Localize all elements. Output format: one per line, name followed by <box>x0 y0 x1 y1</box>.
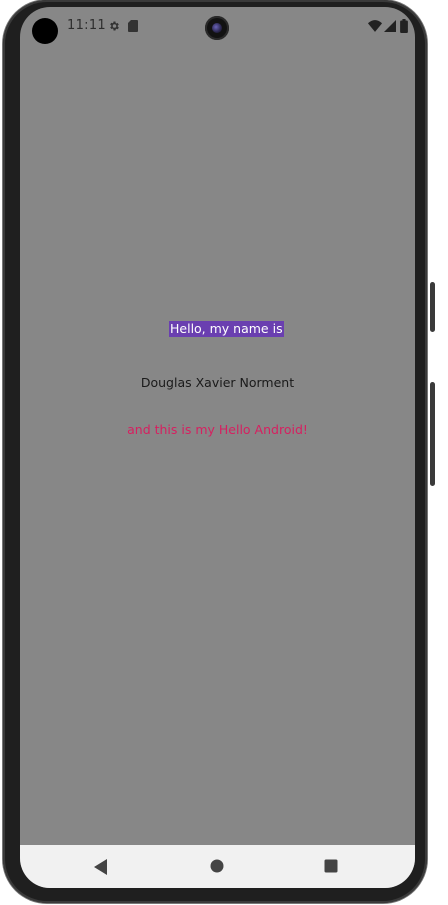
status-bar: 11:11 <box>20 7 415 47</box>
tagline-text: and this is my Hello Android! <box>127 422 308 437</box>
signal-icon <box>384 20 396 32</box>
sd-card-icon <box>128 20 138 32</box>
home-icon[interactable] <box>210 859 224 873</box>
name-text: Douglas Xavier Norment <box>140 375 295 390</box>
app-content: Hello, my name is Douglas Xavier Norment… <box>20 47 415 845</box>
camera-lens <box>212 23 222 33</box>
power-button <box>430 282 435 332</box>
status-time: 11:11 <box>67 18 106 33</box>
recents-icon[interactable] <box>324 859 338 873</box>
front-camera <box>205 16 229 40</box>
wifi-icon <box>368 20 382 32</box>
greeting-text: Hello, my name is <box>169 321 284 337</box>
battery-icon <box>400 19 408 33</box>
volume-button <box>430 382 435 486</box>
gear-icon <box>110 21 119 31</box>
front-sensor <box>32 18 58 44</box>
navigation-bar <box>20 845 415 888</box>
phone-screen: 11:11 Hello, my name is Douglas Xavier N… <box>20 7 415 888</box>
back-icon[interactable] <box>94 859 108 875</box>
